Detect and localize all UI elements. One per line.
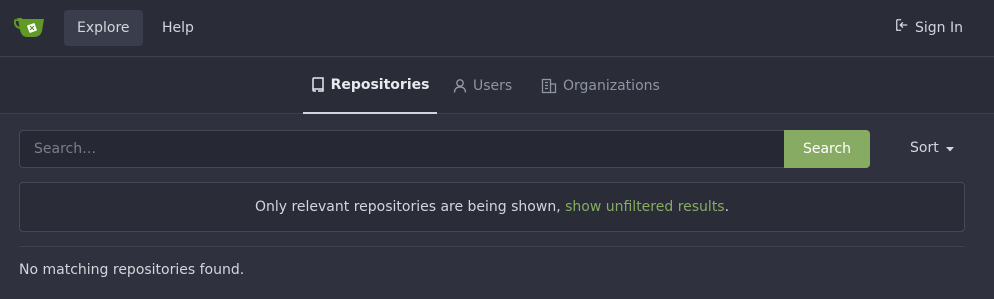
organization-icon (541, 78, 557, 94)
search-button[interactable]: Search (784, 130, 870, 168)
nav-explore[interactable]: Explore (64, 10, 143, 46)
person-icon (453, 78, 467, 94)
sign-in-link[interactable]: Sign In (895, 10, 963, 46)
sign-in-label: Sign In (915, 20, 963, 36)
search-input[interactable] (19, 130, 784, 168)
top-navbar: Explore Help Sign In (0, 0, 994, 57)
tab-users-label: Users (473, 78, 513, 94)
repo-search-form: Search (19, 130, 870, 168)
caret-down-icon (945, 140, 954, 156)
notice-text: Only relevant repositories are being sho… (254, 199, 566, 215)
tab-repositories-label: Repositories (330, 77, 430, 93)
repo-icon (311, 77, 325, 93)
show-unfiltered-link[interactable]: show unfiltered results (565, 199, 725, 215)
divider (19, 246, 965, 247)
explore-tabs: Repositories Users Organizations (0, 58, 994, 114)
tab-repositories[interactable]: Repositories (303, 58, 437, 114)
filter-notice: Only relevant repositories are being sho… (19, 182, 965, 232)
notice-suffix: . (724, 199, 730, 215)
tab-organizations[interactable]: Organizations (525, 58, 676, 114)
nav-help[interactable]: Help (149, 10, 207, 46)
sort-dropdown[interactable]: Sort (910, 140, 954, 156)
gitea-logo-icon[interactable] (13, 15, 48, 39)
tab-organizations-label: Organizations (563, 78, 660, 94)
empty-message: No matching repositories found. (19, 262, 245, 278)
sign-in-icon (895, 10, 909, 46)
tab-users[interactable]: Users (437, 58, 528, 114)
sort-label: Sort (910, 140, 939, 156)
